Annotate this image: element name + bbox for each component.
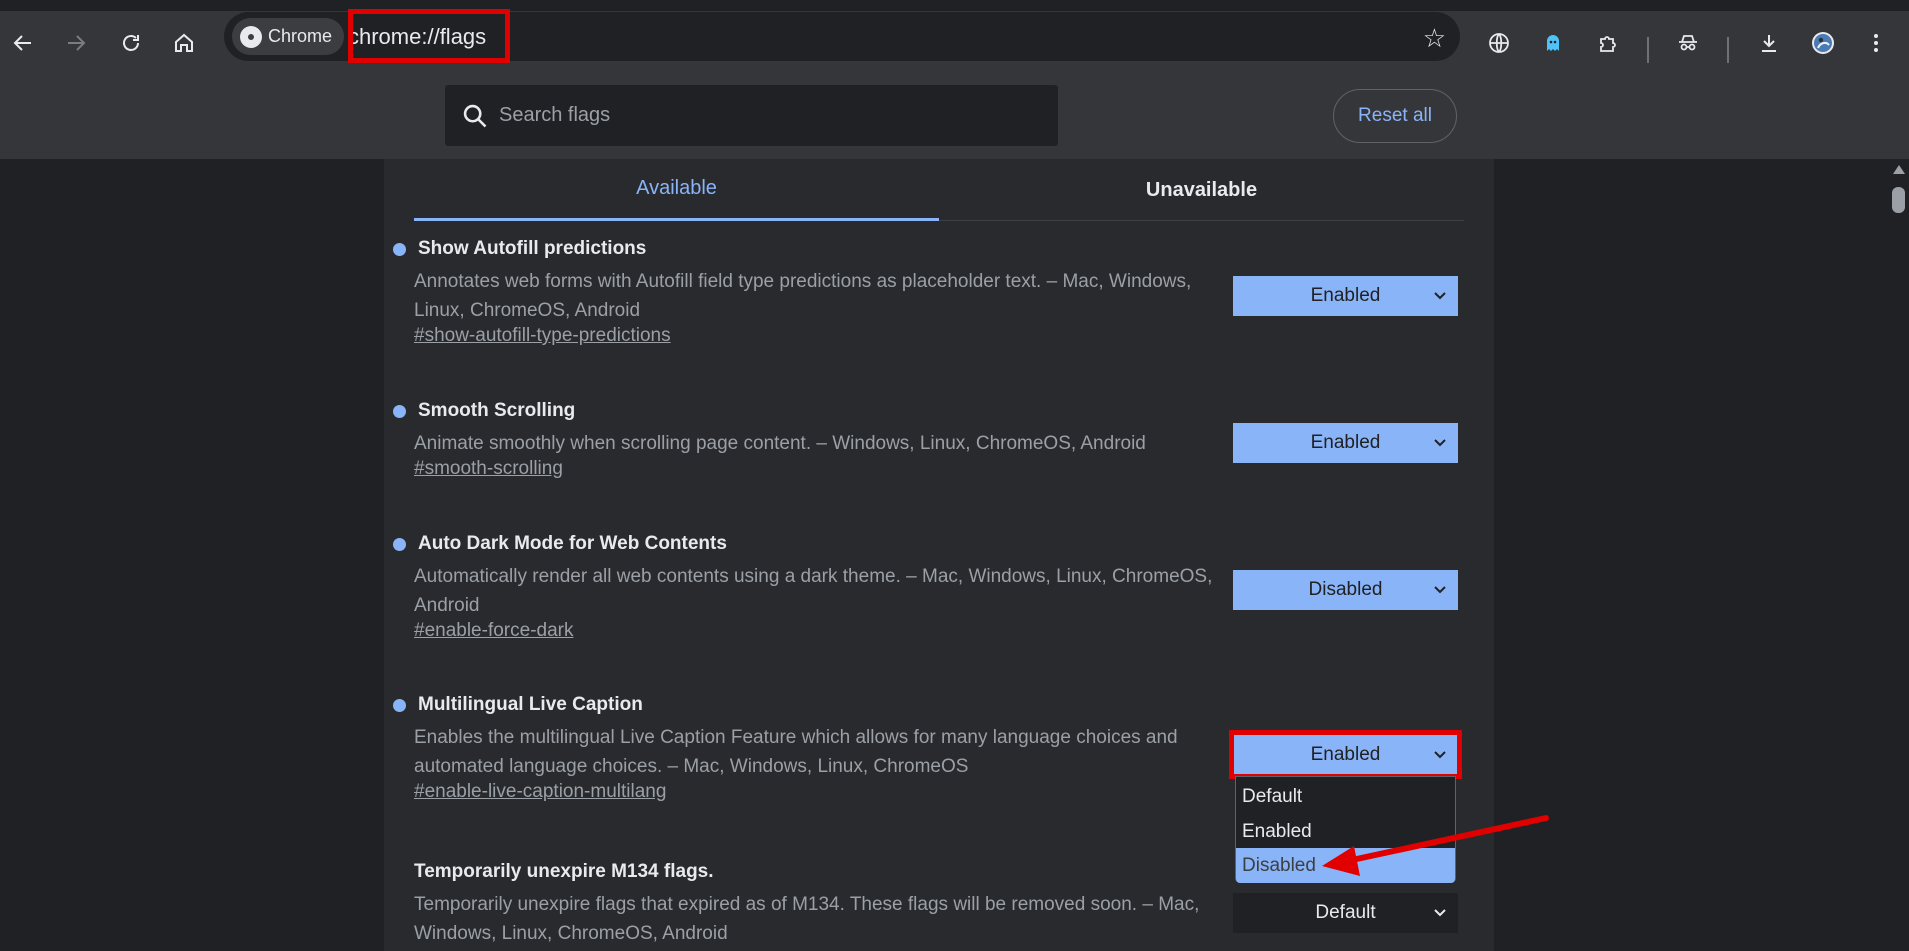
dropdown-option-default[interactable]: Default bbox=[1236, 779, 1455, 814]
flag-title: Multilingual Live Caption bbox=[418, 694, 643, 715]
flag-title: Smooth Scrolling bbox=[418, 400, 576, 421]
flag-description: Enables the multilingual Live Caption Fe… bbox=[414, 727, 1178, 777]
select-dropdown-list: Default Enabled Disabled bbox=[1235, 776, 1456, 883]
ghost-extension-icon[interactable] bbox=[1533, 23, 1573, 63]
flag-select[interactable]: Enabled bbox=[1233, 276, 1458, 316]
flag-select[interactable]: Disabled bbox=[1233, 570, 1458, 610]
flag-select-value: Enabled bbox=[1310, 285, 1381, 306]
tab-available[interactable]: Available bbox=[414, 159, 939, 221]
menu-icon[interactable] bbox=[1856, 23, 1896, 63]
search-icon bbox=[463, 104, 487, 128]
avatar[interactable] bbox=[1803, 23, 1843, 63]
translate-icon[interactable] bbox=[1479, 23, 1519, 63]
scrollbar-thumb[interactable] bbox=[1892, 187, 1905, 213]
search-input[interactable] bbox=[499, 95, 1039, 135]
flag-select-value: Disabled bbox=[1308, 579, 1383, 600]
home-icon[interactable] bbox=[164, 23, 204, 63]
toolbar-separator bbox=[1647, 37, 1649, 63]
reload-icon[interactable] bbox=[111, 23, 151, 63]
back-icon[interactable] bbox=[3, 23, 43, 63]
flags-header: Reset all bbox=[0, 73, 1909, 159]
extensions-icon[interactable] bbox=[1588, 23, 1628, 63]
scrollbar[interactable] bbox=[1889, 159, 1909, 951]
flag-link[interactable]: #smooth-scrolling bbox=[414, 454, 563, 483]
star-icon[interactable]: ☆ bbox=[1423, 23, 1446, 54]
flag-select[interactable]: Enabled bbox=[1233, 423, 1458, 463]
tab-unavailable[interactable]: Unavailable bbox=[939, 159, 1464, 221]
forward-icon[interactable] bbox=[56, 23, 96, 63]
site-chip[interactable]: Chrome bbox=[232, 18, 345, 55]
flag-link[interactable]: #enable-live-caption-multilang bbox=[414, 777, 666, 806]
incognito-icon[interactable] bbox=[1668, 23, 1708, 63]
flag-modified-dot bbox=[393, 243, 406, 256]
flag-modified-dot bbox=[393, 405, 406, 418]
chevron-down-icon bbox=[1434, 586, 1446, 594]
browser-toolbar: Chrome chrome://flags ☆ bbox=[0, 0, 1909, 73]
flag-description: Annotates web forms with Autofill field … bbox=[414, 271, 1192, 321]
chrome-logo-icon bbox=[240, 25, 262, 48]
flag-select-value: Enabled bbox=[1310, 432, 1381, 453]
flag-description: Temporarily unexpire flags that expired … bbox=[414, 894, 1200, 944]
flag-select-value: Default bbox=[1315, 902, 1376, 923]
dropdown-option-disabled[interactable]: Disabled bbox=[1236, 848, 1455, 883]
flag-link[interactable]: #show-autofill-type-predictions bbox=[414, 321, 671, 350]
flag-title: Auto Dark Mode for Web Contents bbox=[418, 533, 727, 554]
flag-select[interactable]: Default bbox=[1233, 893, 1458, 933]
flag-modified-dot bbox=[393, 538, 406, 551]
dropdown-option-enabled[interactable]: Enabled bbox=[1236, 814, 1455, 849]
flag-title: Temporarily unexpire M134 flags. bbox=[414, 861, 714, 882]
annotation-highlight-box bbox=[1229, 730, 1462, 779]
flag-modified-dot bbox=[393, 699, 406, 712]
reset-all-button[interactable]: Reset all bbox=[1333, 89, 1457, 143]
chevron-down-icon bbox=[1434, 439, 1446, 447]
download-icon[interactable] bbox=[1749, 23, 1789, 63]
tab-bar: Available Unavailable bbox=[414, 159, 1464, 221]
flag-link[interactable]: #enable-force-dark bbox=[414, 616, 573, 645]
flag-title: Show Autofill predictions bbox=[418, 238, 647, 259]
chevron-down-icon bbox=[1434, 292, 1446, 300]
flags-content: Available Unavailable Show Autofill pred… bbox=[384, 159, 1494, 951]
annotation-highlight-box bbox=[348, 9, 510, 63]
toolbar-separator bbox=[1727, 37, 1729, 63]
flag-description: Automatically render all web contents us… bbox=[414, 566, 1213, 616]
chevron-down-icon bbox=[1434, 909, 1446, 917]
scroll-up-arrow-icon[interactable] bbox=[1893, 165, 1905, 174]
search-box[interactable] bbox=[445, 85, 1058, 146]
site-chip-label: Chrome bbox=[268, 26, 333, 46]
